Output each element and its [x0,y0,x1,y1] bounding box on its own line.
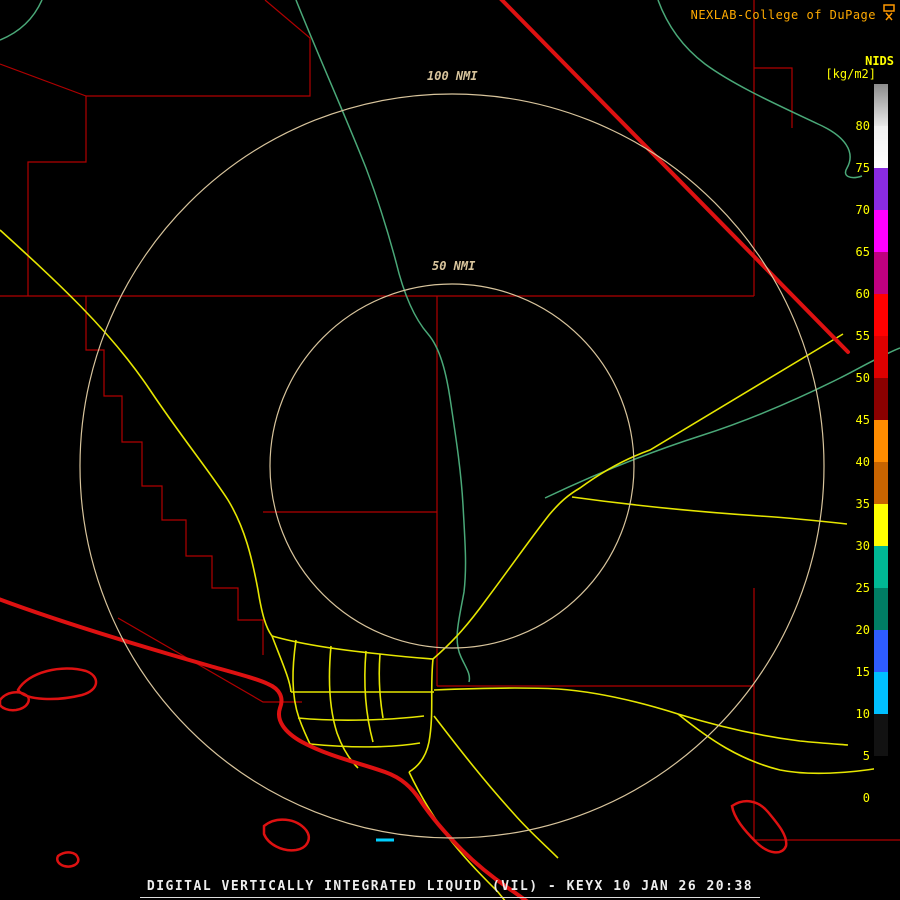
county-line-segment [28,96,186,296]
range-rings [80,94,824,838]
footer-underline [140,897,760,898]
island [0,692,29,710]
county-line-segment [0,64,86,96]
range-ring-50nmi [270,284,634,648]
colorbar-tick-60: 60 [856,287,870,301]
highway [379,654,383,718]
highway [272,636,291,692]
highway [298,716,424,720]
highway [365,651,373,742]
highways [0,230,880,900]
colorbar-band-70 [874,168,888,210]
range-ring-label-50nmi: 50 NMI [429,259,478,273]
colorbar-tick-65: 65 [856,245,870,259]
highway [572,497,847,524]
colorbar-tick-15: 15 [856,665,870,679]
colorbar-tick-55: 55 [856,329,870,343]
brand-text: NEXLAB-College of DuPage [691,8,876,22]
colorbar-band-0 [874,756,888,798]
colorbar-band-40 [874,420,888,462]
radar-display: 100 NMI 50 NMI NEXLAB-College of DuPage … [0,0,900,900]
highway [310,743,420,747]
highway [434,688,848,745]
highway [434,716,558,858]
state-line-nevada [498,0,848,352]
county-line-segment [754,68,792,128]
county-line-segment [86,296,263,655]
colorbar-band-10 [874,672,888,714]
colorbar-labels: 80757065605550454035302520151050 [830,84,870,808]
units-label: [kg/m2] [825,67,876,81]
highway [433,334,843,659]
county-line-segment [186,0,310,96]
island [18,668,96,699]
highway [272,636,433,659]
colorbar-band-20 [874,588,888,630]
county-borders [0,0,900,840]
colorbar-tick-0: 0 [863,791,870,805]
cod-logo-icon [882,4,896,26]
highway [0,230,272,636]
colorbar-tick-50: 50 [856,371,870,385]
colorbar-bands [874,84,888,798]
range-ring-100nmi [80,94,824,838]
colorbar-band-50 [874,336,888,378]
range-ring-label-100nmi: 100 NMI [424,69,481,83]
colorbar-band-75 [874,126,888,168]
colorbar-tick-25: 25 [856,581,870,595]
colorbar-tick-20: 20 [856,623,870,637]
river [296,0,469,682]
state-border-and-coastline [0,0,848,900]
river [0,0,42,40]
map-overlay [0,0,900,900]
colorbar-tick-30: 30 [856,539,870,553]
product-caption: DIGITAL VERTICALLY INTEGRATED LIQUID (VI… [0,879,900,894]
colorbar-tick-10: 10 [856,707,870,721]
colorbar-band-25 [874,546,888,588]
island [264,820,309,851]
colorbar-band-55 [874,294,888,336]
colorbar-band-15 [874,630,888,672]
colorbar-band-80 [874,84,888,126]
colorbar-tick-35: 35 [856,497,870,511]
island [57,852,78,866]
island [732,801,786,852]
highway [293,640,312,748]
colorbar-band-45 [874,378,888,420]
rivers [0,0,900,682]
colorbar-tick-70: 70 [856,203,870,217]
highway [329,646,358,768]
colorbar-band-35 [874,462,888,504]
colorbar-band-60 [874,252,888,294]
highway [409,659,433,772]
colorbar-tick-80: 80 [856,119,870,133]
island-outlines [0,668,786,866]
colorbar-tick-75: 75 [856,161,870,175]
colorbar-band-65 [874,210,888,252]
colorbar-tick-5: 5 [863,749,870,763]
colorbar-band-30 [874,504,888,546]
colorbar-tick-40: 40 [856,455,870,469]
colorbar-tick-45: 45 [856,413,870,427]
product-code-label: NIDS [865,54,894,68]
colorbar-band-5 [874,714,888,756]
